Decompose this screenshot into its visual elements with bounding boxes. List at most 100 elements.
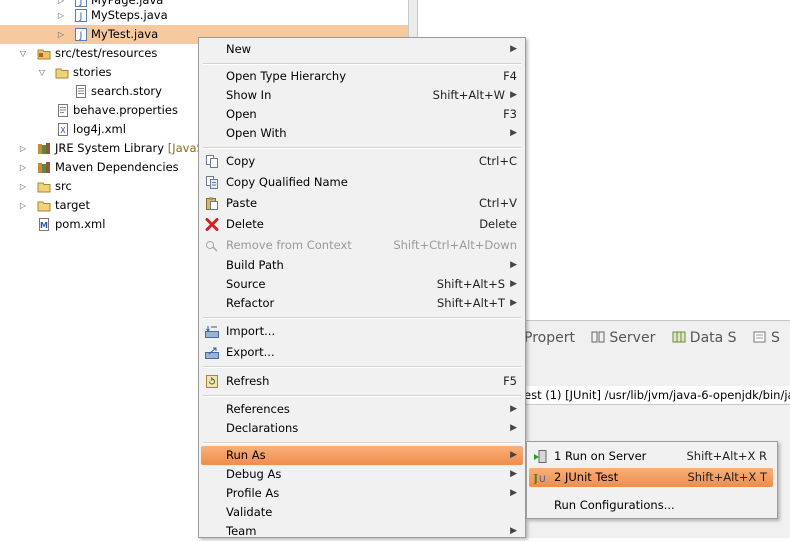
folder-icon bbox=[55, 68, 69, 79]
menu-item-label: Refactor bbox=[226, 296, 275, 310]
tree-item-label: stories bbox=[73, 65, 112, 79]
menu-item-label: 1 Run on Server bbox=[554, 449, 647, 463]
menu-item-refresh[interactable]: Refresh F5 bbox=[201, 372, 523, 391]
snippets-icon bbox=[753, 331, 766, 343]
menu-item-label: Open Type Hierarchy bbox=[226, 69, 347, 83]
expand-icon[interactable]: ▷ bbox=[18, 158, 28, 177]
menu-item-run-on-server[interactable]: 1 Run on Server Shift+Alt+X R bbox=[529, 447, 773, 466]
menu-item-label: References bbox=[226, 402, 290, 416]
menu-item-label: New bbox=[226, 42, 252, 56]
menu-item-label: Debug As bbox=[226, 467, 282, 481]
menu-item-debug-as[interactable]: Debug As ▶ bbox=[201, 465, 523, 484]
collapse-icon[interactable]: ▽ bbox=[18, 44, 28, 63]
expand-icon[interactable]: ▷ bbox=[18, 177, 28, 196]
menu-item-label: Delete bbox=[226, 217, 264, 231]
menu-separator bbox=[203, 317, 521, 319]
menu-item-declarations[interactable]: Declarations ▶ bbox=[201, 419, 523, 438]
tree-item-label: log4j.xml bbox=[73, 122, 126, 136]
tree-item-label: search.story bbox=[91, 84, 162, 98]
tree-item-label: behave.properties bbox=[73, 103, 178, 117]
menu-item-run-configurations[interactable]: Run Configurations... bbox=[529, 496, 773, 515]
menu-item-label: Source bbox=[226, 277, 266, 291]
menu-item-open-with[interactable]: Open With ▶ bbox=[201, 124, 523, 143]
menu-item-label: Export... bbox=[226, 345, 275, 359]
svg-text:J: J bbox=[79, 12, 83, 22]
menu-item-junit-test[interactable]: JU 2 JUnit Test Shift+Alt+X T bbox=[529, 468, 773, 487]
expand-icon[interactable]: ▷ bbox=[56, 6, 66, 25]
folder-icon bbox=[37, 182, 51, 193]
menu-item-accelerator: Delete bbox=[479, 217, 517, 231]
menu-item-source[interactable]: Source Shift+Alt+S ▶ bbox=[201, 275, 523, 294]
properties-file-icon bbox=[58, 104, 68, 117]
xml-file-icon: X bbox=[58, 123, 68, 136]
view-tab-bar: Propert Server Data S S bbox=[524, 330, 790, 352]
svg-text:J: J bbox=[533, 472, 538, 484]
submenu-arrow-icon: ▶ bbox=[510, 44, 517, 54]
menu-separator bbox=[203, 395, 521, 397]
java-file-icon: J bbox=[75, 9, 87, 22]
submenu-arrow-icon: ▶ bbox=[510, 90, 517, 100]
expand-icon[interactable]: ▷ bbox=[18, 196, 28, 215]
menu-item-remove-from-context[interactable]: Remove from Context Shift+Ctrl+Alt+Down bbox=[201, 236, 523, 255]
menu-item-refactor[interactable]: Refactor Shift+Alt+T ▶ bbox=[201, 294, 523, 313]
tree-item-label: src bbox=[55, 179, 72, 193]
menu-item-open[interactable]: Open F3 bbox=[201, 105, 523, 124]
menu-item-validate[interactable]: Validate bbox=[201, 503, 523, 522]
menu-item-accelerator: Shift+Alt+X T bbox=[687, 470, 767, 484]
submenu-arrow-icon: ▶ bbox=[510, 128, 517, 138]
menu-item-import[interactable]: Import... bbox=[201, 322, 523, 341]
svg-text:U: U bbox=[539, 475, 546, 484]
context-menu: New ▶ Open Type Hierarchy F4 Show In Shi… bbox=[198, 37, 526, 538]
submenu-arrow-icon: ▶ bbox=[510, 450, 517, 460]
menu-item-show-in[interactable]: Show In Shift+Alt+W ▶ bbox=[201, 86, 523, 105]
tree-item-label: src/test/resources bbox=[55, 46, 158, 60]
menu-item-team[interactable]: Team ▶ bbox=[201, 522, 523, 541]
menu-item-export[interactable]: Export... bbox=[201, 343, 523, 362]
menu-item-label: Refresh bbox=[226, 374, 270, 388]
submenu-arrow-icon: ▶ bbox=[510, 298, 517, 308]
menu-item-label: 2 JUnit Test bbox=[554, 470, 619, 484]
submenu-arrow-icon: ▶ bbox=[510, 423, 517, 433]
menu-item-run-as[interactable]: Run As ▶ bbox=[201, 446, 523, 465]
data-source-icon bbox=[672, 331, 686, 343]
menu-item-accelerator: F3 bbox=[503, 107, 517, 121]
menu-item-copy[interactable]: Copy Ctrl+C bbox=[201, 152, 523, 171]
menu-separator bbox=[203, 442, 521, 444]
library-icon bbox=[38, 162, 50, 173]
expand-icon[interactable]: ▷ bbox=[18, 139, 28, 158]
menu-item-accelerator: Ctrl+C bbox=[478, 154, 517, 168]
menu-item-copy-qualified-name[interactable]: Copy Qualified Name bbox=[201, 173, 523, 192]
submenu-arrow-icon: ▶ bbox=[510, 260, 517, 270]
library-icon bbox=[38, 143, 50, 154]
collapse-icon[interactable]: ▽ bbox=[37, 63, 47, 82]
menu-item-accelerator: Shift+Alt+X R bbox=[686, 449, 767, 463]
menu-item-new[interactable]: New ▶ bbox=[201, 40, 523, 59]
tab-label: Data S bbox=[689, 330, 737, 346]
tab-servers[interactable]: Server bbox=[591, 330, 655, 346]
tab-snippets[interactable]: S bbox=[753, 330, 780, 346]
menu-item-open-type-hierarchy[interactable]: Open Type Hierarchy F4 bbox=[201, 67, 523, 86]
menu-item-label: Remove from Context bbox=[226, 238, 352, 252]
tab-data-source[interactable]: Data S bbox=[672, 330, 737, 346]
expand-icon[interactable]: ▷ bbox=[56, 25, 66, 44]
menu-item-references[interactable]: References ▶ bbox=[201, 400, 523, 419]
remove-context-icon bbox=[206, 241, 218, 252]
menu-item-accelerator: Shift+Alt+T bbox=[436, 296, 505, 310]
java-file-icon: J bbox=[75, 28, 87, 41]
paste-icon bbox=[206, 197, 218, 210]
menu-item-paste[interactable]: Paste Ctrl+V bbox=[201, 194, 523, 213]
tab-label: Server bbox=[609, 330, 656, 346]
menu-item-label: Profile As bbox=[226, 486, 280, 500]
menu-item-delete[interactable]: Delete Delete bbox=[201, 215, 523, 234]
menu-item-label: Run As bbox=[226, 448, 266, 462]
menu-item-profile-as[interactable]: Profile As ▶ bbox=[201, 484, 523, 503]
svg-text:M: M bbox=[40, 221, 48, 230]
svg-text:J: J bbox=[79, 31, 83, 41]
tab-label: S bbox=[771, 330, 780, 346]
menu-item-build-path[interactable]: Build Path ▶ bbox=[201, 256, 523, 275]
menu-separator bbox=[203, 147, 521, 149]
tree-item-mysteps-java[interactable]: ▷ J MySteps.java bbox=[0, 6, 408, 25]
console-title: est (1) [JUnit] /usr/lib/jvm/java-6-open… bbox=[524, 386, 790, 405]
run-on-server-icon bbox=[534, 450, 547, 463]
tab-properties[interactable]: Propert bbox=[524, 330, 575, 346]
